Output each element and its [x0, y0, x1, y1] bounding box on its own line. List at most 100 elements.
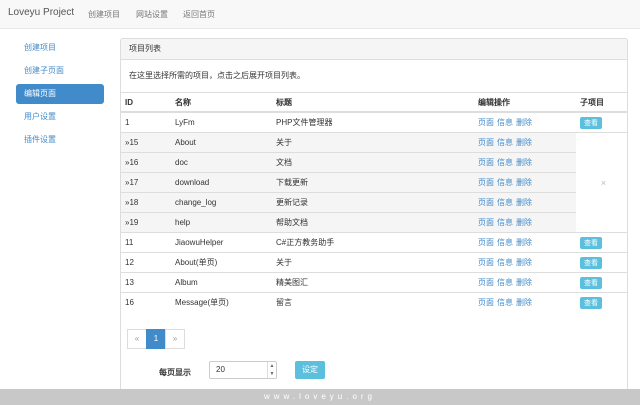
table-header-row: ID 名称 标题 编辑操作 子项目: [121, 93, 627, 113]
page-link[interactable]: 页面: [478, 118, 494, 127]
row-name: help: [171, 212, 272, 233]
table-row: »18 change_log 更新记录 页面 信息 删除: [121, 192, 627, 213]
row-name: doc: [171, 152, 272, 173]
row-title: 精美图汇: [272, 272, 474, 293]
row-id: »16: [121, 152, 171, 173]
delete-link[interactable]: 删除: [516, 298, 532, 307]
row-child: 查看: [576, 272, 627, 293]
close-icon[interactable]: ×: [601, 178, 606, 188]
per-page-label: 每页显示: [159, 368, 191, 377]
view-button[interactable]: 查看: [580, 236, 602, 249]
info-link[interactable]: 信息: [497, 238, 513, 247]
row-child: 查看: [576, 252, 627, 273]
panel-description: 在这里选择所需的项目，点击之后展开项目列表。: [121, 60, 627, 93]
row-name: change_log: [171, 192, 272, 213]
collapse-cell: ×: [576, 132, 627, 233]
sidebar-item-user-settings[interactable]: 用户设置: [16, 107, 104, 127]
nav-site-settings[interactable]: 网站设置: [136, 9, 168, 20]
info-link[interactable]: 信息: [497, 178, 513, 187]
row-id: »18: [121, 192, 171, 213]
sidebar-item-create-subpage[interactable]: 创建子页面: [16, 61, 104, 81]
pager-prev[interactable]: «: [127, 329, 147, 349]
sidebar-item-plugin-settings[interactable]: 插件设置: [16, 130, 104, 150]
row-actions: 页面 信息 删除: [474, 172, 576, 193]
table-row: 1 LyFm PHP文件管理器 页面 信息 删除 查看: [121, 111, 627, 133]
row-id: 16: [121, 292, 171, 312]
row-id: 13: [121, 272, 171, 293]
sidebar-nav: 创建项目 创建子页面 编辑页面 用户设置 插件设置: [16, 38, 104, 153]
col-ops-header: 编辑操作: [474, 93, 576, 113]
project-list-panel: 项目列表 在这里选择所需的项目，点击之后展开项目列表。 ID 名称 标题 编辑操…: [120, 38, 628, 402]
col-title-header: 标题: [272, 93, 474, 113]
table-row: »16 doc 文档 页面 信息 删除: [121, 152, 627, 173]
col-id-header: ID: [121, 93, 171, 113]
delete-link[interactable]: 删除: [516, 118, 532, 127]
per-page-input[interactable]: 20 ▲ ▼: [209, 361, 277, 379]
info-link[interactable]: 信息: [497, 218, 513, 227]
page-link[interactable]: 页面: [478, 198, 494, 207]
delete-link[interactable]: 删除: [516, 198, 532, 207]
table-row: 11 JiaowuHelper C#正方教务助手 页面 信息 删除 查看: [121, 232, 627, 253]
row-actions: 页面 信息 删除: [474, 192, 576, 213]
project-table: ID 名称 标题 编辑操作 子项目 1 LyFm PHP文件管理器 页面 信息 删除 查看»…: [121, 93, 627, 312]
row-title: 文档: [272, 152, 474, 173]
row-title: 关于: [272, 252, 474, 273]
spinner-arrows-icon[interactable]: ▲ ▼: [267, 362, 276, 378]
row-title: 留言: [272, 292, 474, 312]
row-actions: 页面 信息 删除: [474, 152, 576, 173]
page-link[interactable]: 页面: [478, 178, 494, 187]
delete-link[interactable]: 删除: [516, 238, 532, 247]
row-actions: 页面 信息 删除: [474, 252, 576, 273]
row-actions: 页面 信息 删除: [474, 212, 576, 233]
delete-link[interactable]: 删除: [516, 138, 532, 147]
view-button[interactable]: 查看: [580, 256, 602, 269]
row-name: About(单页): [171, 252, 272, 273]
brand-logo[interactable]: Loveyu Project: [8, 7, 74, 18]
info-link[interactable]: 信息: [497, 198, 513, 207]
page-link[interactable]: 页面: [478, 158, 494, 167]
nav-back-home[interactable]: 返回首页: [183, 9, 215, 20]
page-link[interactable]: 页面: [478, 218, 494, 227]
table-row: 16 Message(单页) 留言 页面 信息 删除 查看: [121, 292, 627, 312]
nav-create-project[interactable]: 创建项目: [88, 9, 120, 20]
page-link[interactable]: 页面: [478, 238, 494, 247]
row-name: download: [171, 172, 272, 193]
view-button[interactable]: 查看: [580, 116, 602, 129]
info-link[interactable]: 信息: [497, 278, 513, 287]
panel-heading: 项目列表: [121, 39, 627, 60]
delete-link[interactable]: 删除: [516, 258, 532, 267]
page-link[interactable]: 页面: [478, 138, 494, 147]
info-link[interactable]: 信息: [497, 118, 513, 127]
page-link[interactable]: 页面: [478, 258, 494, 267]
info-link[interactable]: 信息: [497, 138, 513, 147]
delete-link[interactable]: 删除: [516, 158, 532, 167]
pager-page-1[interactable]: 1: [146, 329, 166, 349]
pagination: « 1 »: [127, 329, 185, 349]
delete-link[interactable]: 删除: [516, 218, 532, 227]
sidebar-item-edit-page[interactable]: 编辑页面: [16, 84, 104, 104]
row-child: 查看: [576, 292, 627, 312]
view-button[interactable]: 查看: [580, 276, 602, 289]
view-button[interactable]: 查看: [580, 296, 602, 309]
set-button[interactable]: 设定: [295, 361, 325, 379]
page-link[interactable]: 页面: [478, 278, 494, 287]
page-link[interactable]: 页面: [478, 298, 494, 307]
table-row: »17 download 下载更新 页面 信息 删除: [121, 172, 627, 193]
info-link[interactable]: 信息: [497, 158, 513, 167]
info-link[interactable]: 信息: [497, 258, 513, 267]
col-child-header: 子项目: [576, 93, 627, 113]
delete-link[interactable]: 删除: [516, 278, 532, 287]
row-actions: 页面 信息 删除: [474, 132, 576, 153]
row-child: 查看: [576, 232, 627, 253]
info-link[interactable]: 信息: [497, 298, 513, 307]
row-id: 12: [121, 252, 171, 273]
per-page-value: 20: [216, 365, 225, 374]
row-actions: 页面 信息 删除: [474, 232, 576, 253]
row-title: PHP文件管理器: [272, 111, 474, 133]
row-id: »17: [121, 172, 171, 193]
sidebar-item-create-project[interactable]: 创建项目: [16, 38, 104, 58]
row-actions: 页面 信息 删除: [474, 111, 576, 133]
pager-next[interactable]: »: [165, 329, 185, 349]
row-name: About: [171, 132, 272, 153]
delete-link[interactable]: 删除: [516, 178, 532, 187]
